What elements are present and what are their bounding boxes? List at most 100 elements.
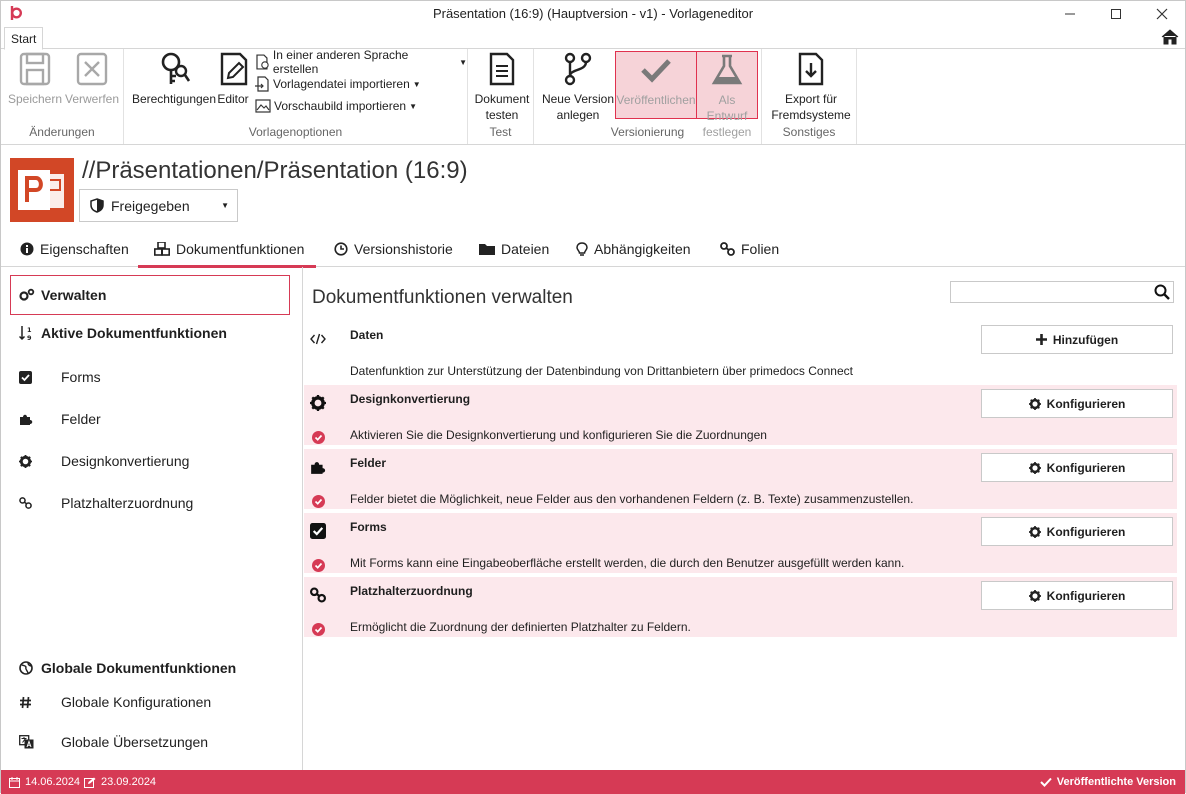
- sidebar-item-globale-uebersetzungen[interactable]: Globale Übersetzungen: [19, 734, 289, 750]
- window-title: Präsentation (16:9) (Hauptversion - v1) …: [432, 6, 754, 21]
- group-label-aenderungen: Änderungen: [29, 125, 95, 139]
- document-icon: [489, 52, 515, 86]
- export-button[interactable]: Export für Fremdsysteme: [768, 51, 854, 123]
- close-button[interactable]: [1139, 1, 1185, 27]
- new-version-label-1: Neue Version: [541, 92, 615, 106]
- ribbon: Speichern Verwerfen Änderungen Berechtig…: [1, 48, 1185, 145]
- save-button[interactable]: Speichern: [7, 51, 63, 107]
- function-title: Felder: [350, 456, 387, 470]
- configure-button[interactable]: Konfigurieren: [981, 389, 1173, 418]
- group-vorlagenoptionen: Berechtigungen Editor In einer anderen S…: [124, 48, 468, 144]
- tab-label: Folien: [741, 241, 780, 257]
- tab-dokumentfunktionen[interactable]: Dokumentfunktionen: [137, 241, 317, 268]
- editor-button[interactable]: Editor: [216, 51, 250, 107]
- button-label: Konfigurieren: [1046, 396, 1126, 411]
- function-row-felder: Felder Felder bietet die Möglichkeit, ne…: [304, 449, 1177, 509]
- configure-button[interactable]: Konfigurieren: [981, 581, 1173, 610]
- group-label-test: Test: [489, 125, 512, 139]
- folder-icon: [479, 244, 495, 255]
- group-label-sonstiges: Sonstiges: [782, 125, 836, 139]
- import-file-icon: [255, 76, 269, 92]
- sidebar-heading-label: Globale Dokumentfunktionen: [41, 660, 237, 676]
- main-panel: Dokumentfunktionen verwalten Daten Daten…: [304, 267, 1186, 770]
- sidebar-heading-active: 1 9 Aktive Dokumentfunktionen: [19, 325, 227, 341]
- language-file-icon: [256, 54, 269, 70]
- button-label: Konfigurieren: [1046, 588, 1126, 603]
- sidebar-item-label: Designkonvertierung: [61, 453, 190, 469]
- publish-button[interactable]: Veröffentlichen: [615, 51, 697, 119]
- function-description: Mit Forms kann eine Eingabeoberfläche er…: [350, 556, 905, 570]
- test-document-button[interactable]: Dokument testen: [472, 51, 532, 123]
- tab-dateien[interactable]: Dateien: [479, 241, 549, 267]
- tab-folien[interactable]: Folien: [720, 241, 779, 267]
- save-label: Speichern: [7, 92, 63, 106]
- maximize-button[interactable]: [1093, 1, 1139, 27]
- home-icon[interactable]: [1161, 29, 1179, 45]
- new-version-button[interactable]: Neue Version anlegen: [540, 51, 616, 123]
- status-bar: 14.06.2024 23.09.2024 Veröffentlichte Ve…: [1, 770, 1185, 794]
- info-icon: [20, 242, 34, 256]
- group-aenderungen: Speichern Verwerfen Änderungen: [1, 49, 124, 144]
- set-draft-button[interactable]: Als Entwurf festlegen: [696, 51, 758, 139]
- version-state: Veröffentlichte Version: [1040, 776, 1176, 788]
- editor-icon: [220, 52, 248, 86]
- clock-icon: [334, 242, 348, 256]
- sidebar-item-globale-konfigurationen[interactable]: Globale Konfigurationen: [19, 694, 289, 710]
- minimize-icon: [1065, 13, 1075, 15]
- discard-button[interactable]: Verwerfen: [63, 51, 121, 107]
- tab-eigenschaften[interactable]: Eigenschaften: [20, 241, 129, 267]
- configure-button[interactable]: Konfigurieren: [981, 517, 1173, 546]
- import-preview-label: Vorschaubild importieren: [274, 99, 407, 113]
- active-check-icon: [312, 431, 325, 444]
- sidebar-item-label: Verwalten: [41, 287, 107, 303]
- gear-icon: [1028, 461, 1041, 474]
- test-document-label-2: testen: [485, 108, 519, 122]
- function-row-designkonvertierung: Designkonvertierung Aktivieren Sie die D…: [304, 385, 1177, 445]
- sidebar-item-label: Globale Übersetzungen: [61, 734, 209, 750]
- publish-label: Veröffentlichen: [616, 93, 696, 107]
- button-label: Hinzufügen: [1052, 332, 1119, 347]
- import-preview-button[interactable]: Vorschaubild importieren ▼: [255, 96, 417, 116]
- title-bar: Präsentation (16:9) (Hauptversion - v1) …: [1, 1, 1185, 27]
- group-label-versionierung: Versionierung: [610, 125, 685, 139]
- import-template-label: Vorlagendatei importieren: [273, 77, 410, 91]
- create-language-label: In einer anderen Sprache erstellen: [272, 48, 409, 76]
- tab-label: Eigenschaften: [40, 241, 129, 257]
- function-title: Daten: [350, 328, 384, 342]
- sidebar-item-verwalten[interactable]: Verwalten: [10, 275, 290, 315]
- minimize-button[interactable]: [1047, 1, 1093, 27]
- edit-icon: [84, 777, 96, 788]
- permissions-label: Berechtigungen: [131, 92, 217, 106]
- create-language-button[interactable]: In einer anderen Sprache erstellen ▼: [255, 48, 467, 76]
- tab-versionshistorie[interactable]: Versionshistorie: [334, 241, 453, 267]
- tab-bar: Eigenschaften Dokumentfunktionen Version…: [1, 237, 1185, 268]
- set-draft-label-1: Als Entwurf: [706, 93, 748, 123]
- save-icon: [19, 52, 51, 86]
- configure-button[interactable]: Konfigurieren: [981, 453, 1173, 482]
- sidebar-item-platzhalterzuordnung[interactable]: Platzhalterzuordnung: [19, 495, 289, 511]
- import-template-button[interactable]: Vorlagendatei importieren ▼: [255, 74, 421, 94]
- group-versionierung: Neue Version anlegen Veröffentlichen Als…: [534, 49, 762, 144]
- maximize-icon: [1111, 9, 1121, 19]
- permissions-icon: [161, 52, 191, 84]
- svg-text:1: 1: [27, 326, 32, 334]
- active-check-icon: [312, 623, 325, 636]
- check-icon: [1040, 777, 1052, 787]
- search-input[interactable]: [950, 281, 1174, 303]
- sidebar-item-felder[interactable]: Felder: [19, 411, 289, 427]
- export-label-2: Fremdsysteme: [771, 108, 851, 122]
- tab-abhaengigkeiten[interactable]: Abhängigkeiten: [576, 241, 691, 267]
- sidebar-item-designkonvertierung[interactable]: Designkonvertierung: [19, 453, 289, 469]
- group-label-vorlagenoptionen: Vorlagenoptionen: [248, 125, 343, 139]
- app-window: Präsentation (16:9) (Hauptversion - v1) …: [0, 0, 1186, 794]
- sidebar-item-forms[interactable]: Forms: [19, 369, 289, 385]
- created-date: 14.06.2024: [9, 776, 80, 788]
- permissions-button[interactable]: Berechtigungen: [128, 51, 220, 107]
- add-function-button[interactable]: Hinzufügen: [981, 325, 1173, 354]
- search-icon[interactable]: [1154, 284, 1170, 300]
- shield-icon: [90, 198, 104, 213]
- export-file-icon: [798, 52, 824, 86]
- gear-icon: [1028, 397, 1041, 410]
- ribbon-tab-start[interactable]: Start: [4, 27, 44, 50]
- status-dropdown[interactable]: Freigegeben ▼: [79, 189, 238, 222]
